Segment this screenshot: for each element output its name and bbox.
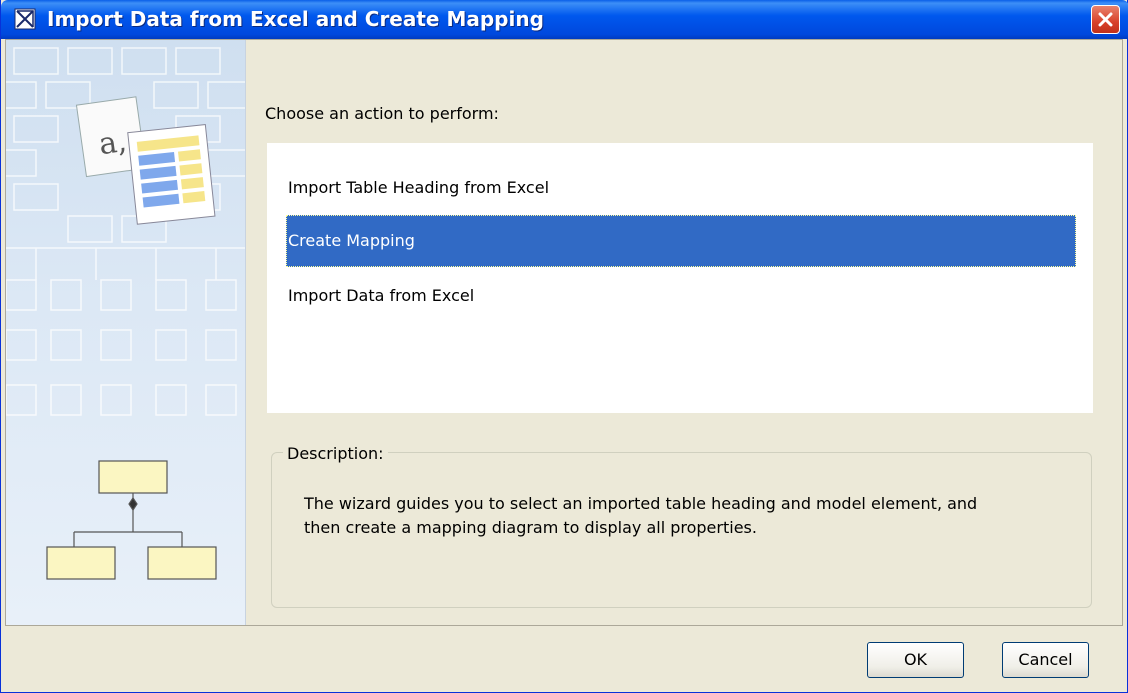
list-item-import-data[interactable]: Import Data from Excel	[286, 270, 1076, 322]
title-bar[interactable]: Import Data from Excel and Create Mappin…	[1, 0, 1128, 39]
cancel-button[interactable]: Cancel	[1002, 642, 1089, 678]
action-prompt: Choose an action to perform:	[265, 104, 499, 123]
list-item-import-table-heading[interactable]: Import Table Heading from Excel	[286, 162, 1076, 214]
list-item-create-mapping[interactable]: Create Mapping	[286, 215, 1076, 267]
description-line-2: then create a mapping diagram to display…	[304, 518, 757, 537]
app-icon	[14, 8, 36, 30]
banner-illustration: a,	[6, 47, 245, 580]
action-list[interactable]: Import Table Heading from Excel Create M…	[267, 143, 1093, 413]
description-text: The wizard guides you to select an impor…	[304, 492, 1074, 540]
close-icon	[1098, 12, 1113, 27]
dialog-content: a, Choose an action to perform: Import T…	[5, 39, 1123, 626]
dialog-window: Import Data from Excel and Create Mappin…	[0, 0, 1128, 693]
description-line-1: The wizard guides you to select an impor…	[304, 494, 978, 513]
close-button[interactable]	[1091, 5, 1120, 34]
description-legend: Description:	[283, 444, 388, 463]
banner-glyph: a,	[97, 124, 129, 162]
side-banner: a,	[6, 40, 246, 625]
window-title: Import Data from Excel and Create Mappin…	[47, 7, 544, 31]
ok-button[interactable]: OK	[867, 642, 964, 678]
